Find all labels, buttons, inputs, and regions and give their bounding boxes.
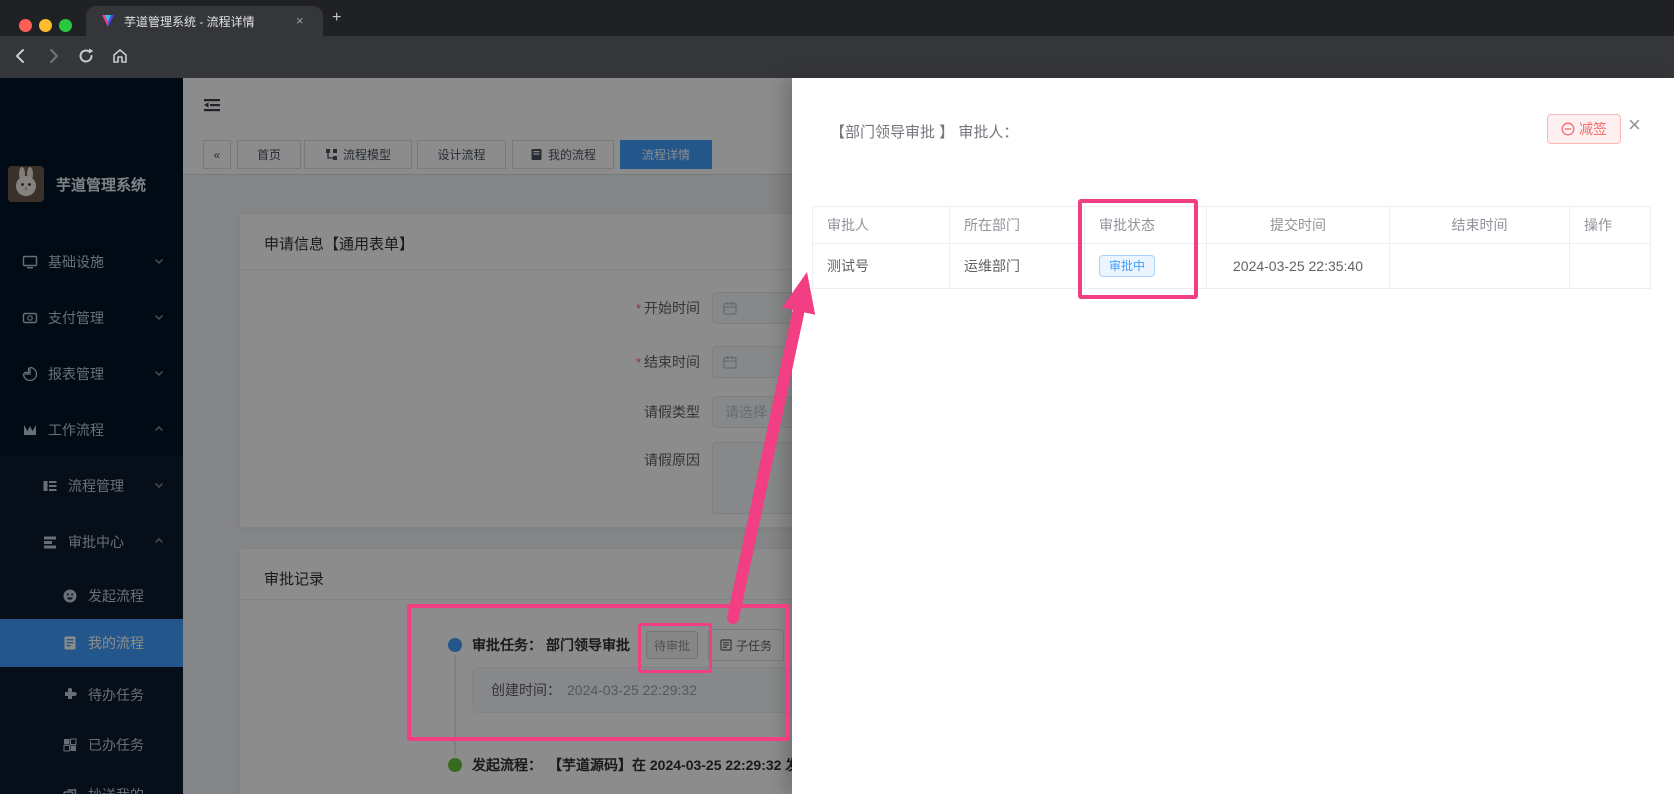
table-row: 测试号 运维部门 审批中 2024-03-25 22:35:40 — [813, 244, 1651, 289]
col-action: 操作 — [1570, 207, 1651, 244]
tab-title: 芋道管理系统 - 流程详情 — [124, 13, 255, 30]
new-tab-button[interactable]: + — [332, 9, 341, 27]
home-icon[interactable] — [111, 47, 129, 70]
cell-submit-time: 2024-03-25 22:35:40 — [1207, 244, 1390, 289]
back-icon[interactable] — [12, 47, 30, 70]
browser-toolbar: 127.0.0.1/bpm/process-instance/detail?id… — [0, 36, 1674, 79]
col-status: 审批状态 — [1085, 207, 1207, 244]
drawer-title: 【部门领导审批 】 审批人： — [830, 121, 1018, 142]
traffic-light-minimize[interactable] — [39, 19, 52, 32]
drawer-close-icon[interactable]: × — [1628, 112, 1641, 138]
screen: 芋道管理系统 - 流程详情 × + 127.0.0.1/bpm/process-… — [0, 0, 1674, 794]
col-submit-time: 提交时间 — [1207, 207, 1390, 244]
tab-close-icon[interactable]: × — [296, 13, 304, 28]
circle-minus-icon — [1561, 122, 1575, 136]
table-header-row: 审批人 所在部门 审批状态 提交时间 结束时间 操作 — [813, 207, 1651, 244]
approver-table: 审批人 所在部门 审批状态 提交时间 结束时间 操作 测试号 运维部门 审批中 … — [812, 206, 1651, 289]
favicon-icon — [100, 13, 116, 34]
col-end-time: 结束时间 — [1390, 207, 1570, 244]
traffic-light-zoom[interactable] — [59, 19, 72, 32]
approval-detail-drawer: 【部门领导审批 】 审批人： 减签 × 审批人 所在部门 审批状态 提交时间 结… — [792, 78, 1674, 794]
button-label: 减签 — [1579, 119, 1607, 139]
cell-action — [1570, 244, 1651, 289]
traffic-light-close[interactable] — [19, 19, 32, 32]
col-department: 所在部门 — [950, 207, 1085, 244]
cell-end-time — [1390, 244, 1570, 289]
cell-status: 审批中 — [1085, 244, 1207, 289]
reduce-sign-button[interactable]: 减签 — [1547, 114, 1621, 144]
forward-icon[interactable] — [44, 47, 62, 70]
browser-tabstrip: 芋道管理系统 - 流程详情 × + — [0, 0, 1674, 36]
browser-tab[interactable]: 芋道管理系统 - 流程详情 × — [86, 6, 323, 36]
reload-icon[interactable] — [77, 47, 95, 70]
status-badge: 审批中 — [1099, 255, 1155, 277]
col-approver: 审批人 — [813, 207, 950, 244]
cell-department: 运维部门 — [950, 244, 1085, 289]
cell-approver: 测试号 — [813, 244, 950, 289]
